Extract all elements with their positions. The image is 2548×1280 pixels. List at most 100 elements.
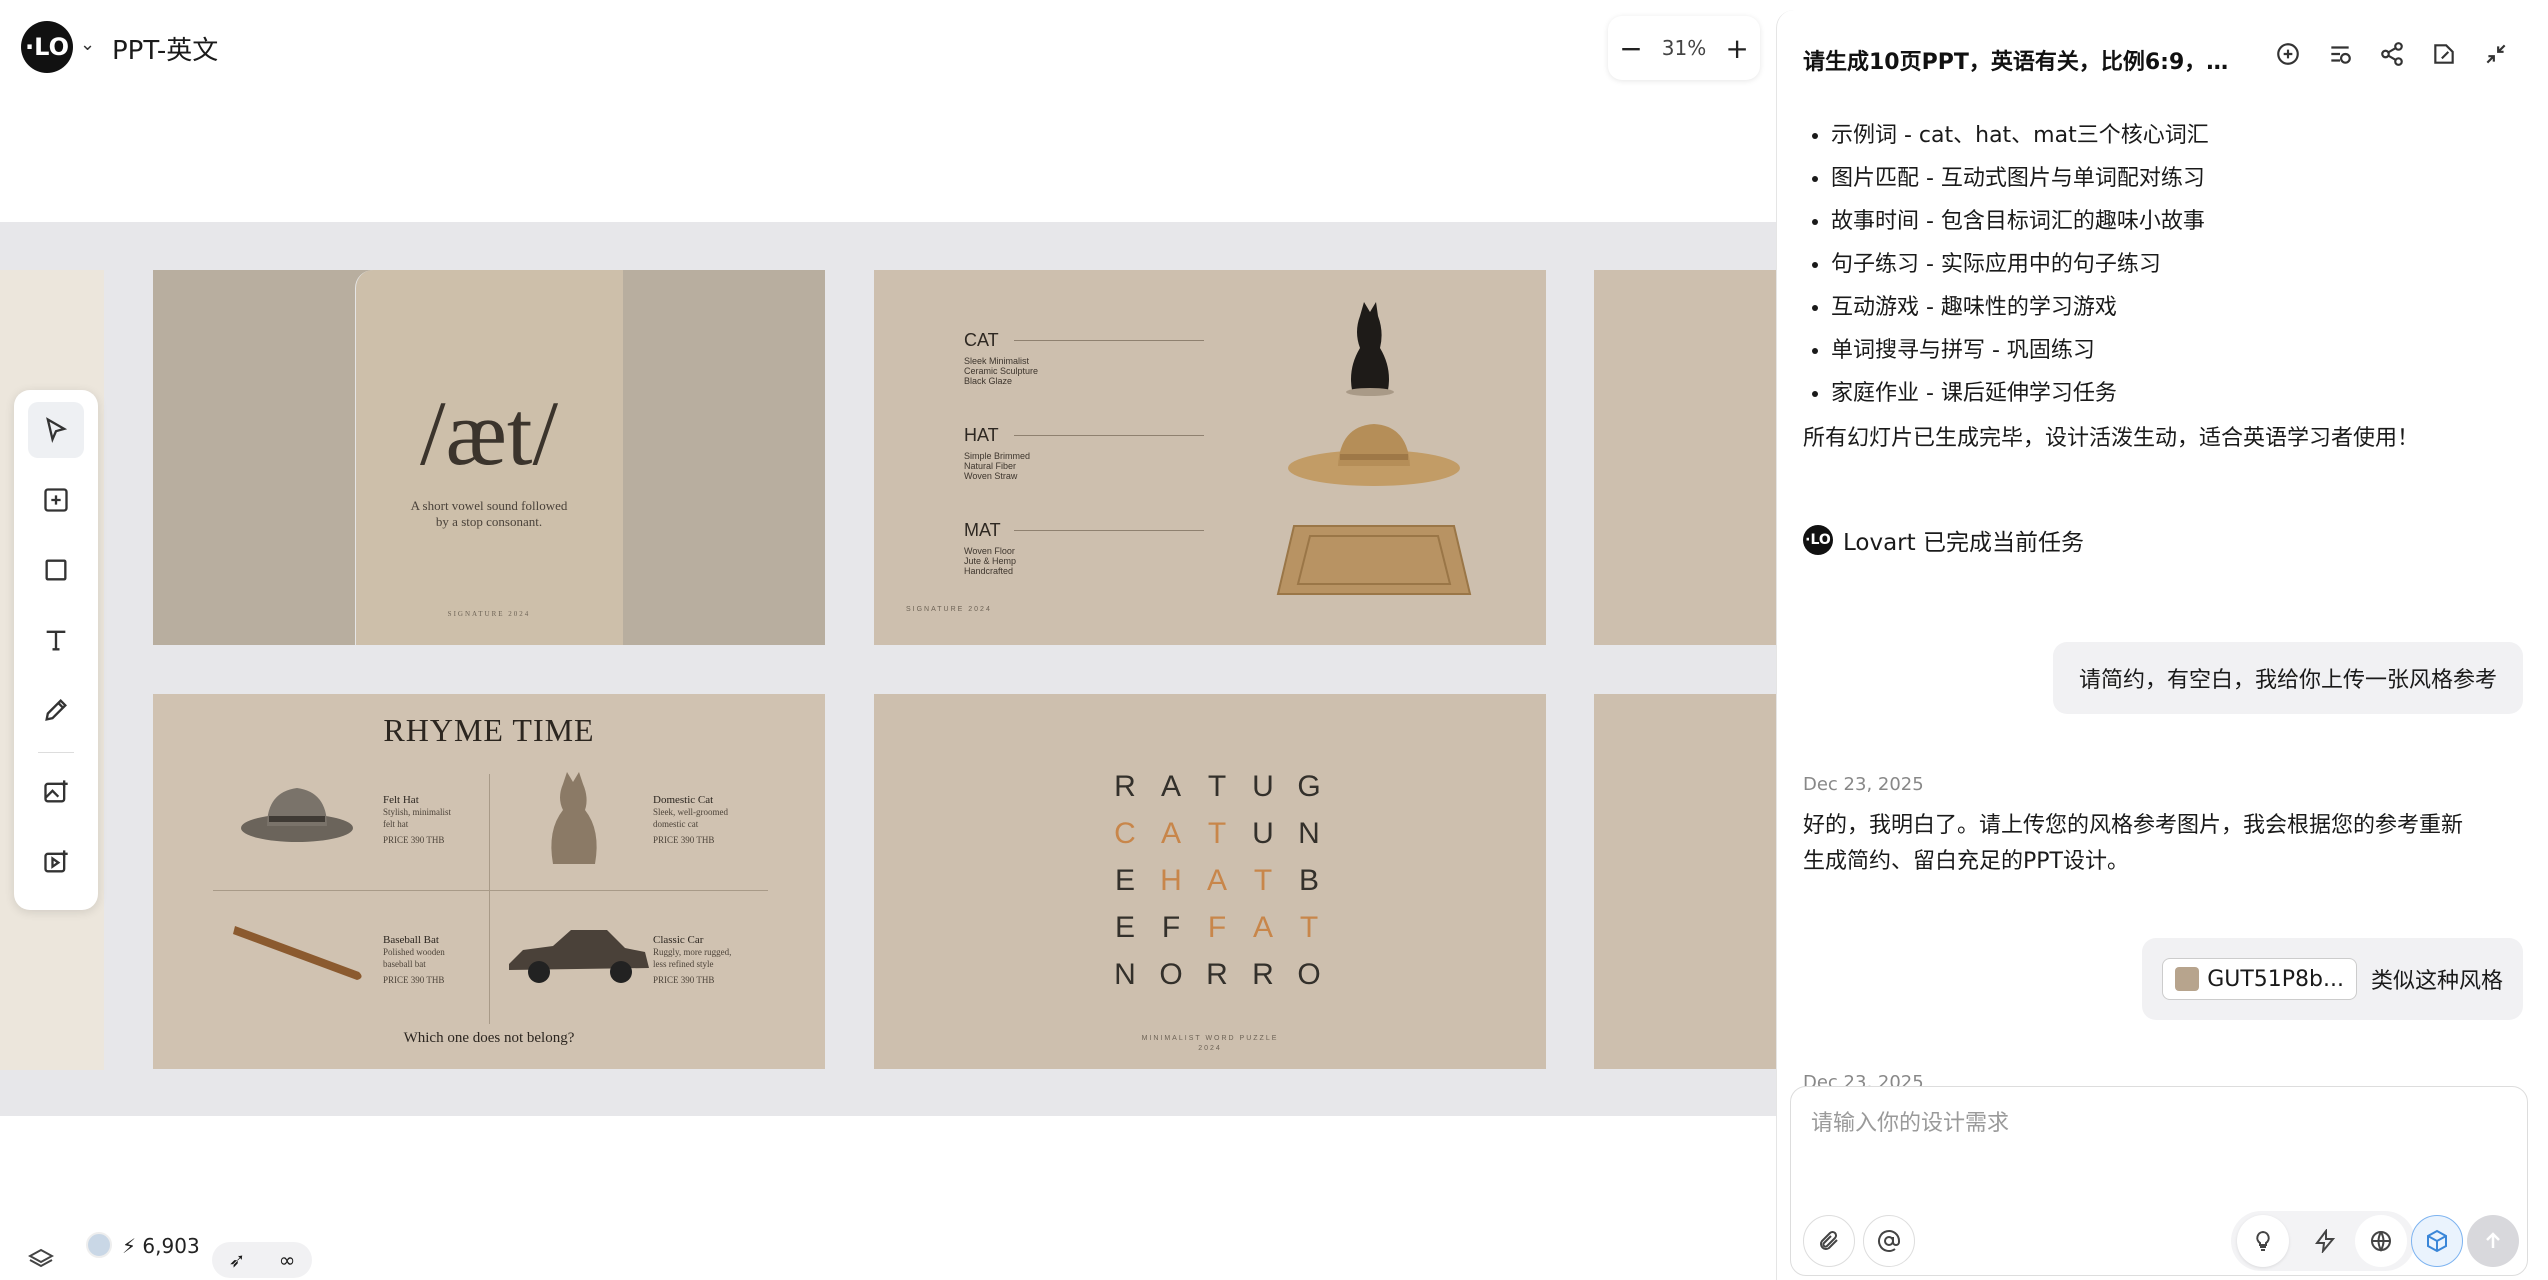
grid-row: E F F A T xyxy=(1102,911,1332,958)
select-icon xyxy=(46,417,68,444)
cat-sculpture-image xyxy=(1346,302,1394,396)
chat-title[interactable]: 请生成10页PPT，英语有关，比例6:9，大... xyxy=(1803,44,2243,76)
mention-button[interactable] xyxy=(1863,1215,1915,1267)
infinity-icon[interactable]: ∞ xyxy=(279,1248,296,1272)
grid-letter: E xyxy=(1114,911,1135,944)
grid-letter-highlighted: H xyxy=(1160,864,1182,897)
desc-line: Jute & Hemp xyxy=(964,556,1017,566)
image-gen-icon xyxy=(44,780,68,803)
item-name: Baseball Bat xyxy=(383,934,439,946)
slide-partial-right-bottom[interactable] xyxy=(1594,694,1776,1069)
pen-icon xyxy=(45,699,67,721)
rhyme-time-title: RHYME TIME xyxy=(383,712,595,748)
chevron-down-icon[interactable]: ⌄ xyxy=(80,34,95,55)
connector-line xyxy=(1014,340,1204,341)
word-mat: MAT xyxy=(964,520,1001,540)
attachment-chip[interactable]: GUT51P8b... xyxy=(2162,958,2357,1000)
tool-palette xyxy=(14,390,98,910)
add-frame-button[interactable] xyxy=(28,472,84,528)
collapse-button[interactable] xyxy=(2482,40,2510,68)
word-cat: CAT xyxy=(964,330,999,350)
rocket-icon[interactable]: ➶ xyxy=(229,1248,246,1272)
grid-letter-highlighted: T xyxy=(1253,864,1273,897)
grid-letter: N xyxy=(1298,817,1320,850)
item-desc: Polished wooden baseball bat xyxy=(383,947,445,969)
avatar[interactable] xyxy=(86,1232,112,1258)
item-domestic-cat: Domestic Cat Sleek, well-groomed domesti… xyxy=(653,794,743,846)
grid-letter: U xyxy=(1252,817,1274,850)
layers-icon[interactable] xyxy=(28,1248,54,1270)
desc-line: Woven Straw xyxy=(964,471,1018,481)
rectangle-tool-button[interactable] xyxy=(28,542,84,598)
desc-line: Woven Floor xyxy=(964,546,1015,556)
image-generator-button[interactable] xyxy=(28,764,84,820)
list-item: 互动游戏 - 趣味性的学习游戏 xyxy=(1831,286,2523,329)
thinking-mode-button[interactable] xyxy=(2237,1215,2289,1267)
history-button[interactable] xyxy=(2326,40,2354,68)
text-tool-button[interactable] xyxy=(28,612,84,668)
phonetic-desc-line1: A short vowel sound followed xyxy=(410,498,568,513)
grid-row: E H A T B xyxy=(1102,864,1332,911)
item-felt-hat: Felt Hat Stylish, minimalist felt hat PR… xyxy=(383,794,463,846)
plus-circle-icon xyxy=(2277,43,2299,65)
desc-line: Handcrafted xyxy=(964,566,1014,576)
web-search-button[interactable] xyxy=(2355,1215,2407,1267)
video-gen-icon xyxy=(44,850,68,873)
phonetic-desc-line2: by a stop consonant. xyxy=(435,514,543,529)
grid-letter: R xyxy=(1114,770,1136,803)
item-desc: Ruggly, more rugged, less refined style xyxy=(653,947,732,969)
edit-icon xyxy=(2434,44,2454,64)
list-item: 图片匹配 - 互动式图片与单词配对练习 xyxy=(1831,157,2523,200)
share-button[interactable] xyxy=(2378,40,2406,68)
baseball-bat-image xyxy=(233,926,362,980)
list-item: 单词搜寻与拼写 - 巩固练习 xyxy=(1831,329,2523,372)
grid-letter-highlighted: A xyxy=(1206,864,1227,897)
desc-line: Simple Brimmed xyxy=(964,451,1031,461)
grid-row: C A T U N xyxy=(1102,817,1332,864)
attachment-thumbnail xyxy=(2175,967,2200,991)
word-cat-desc: Sleek Minimalist Ceramic Sculpture Black… xyxy=(964,356,1038,386)
slide-partial-right-top[interactable] xyxy=(1594,270,1776,645)
video-generator-button[interactable] xyxy=(28,834,84,890)
slide-phonetic[interactable]: /æt/ A short vowel sound followed by a s… xyxy=(153,270,825,645)
chat-input-box xyxy=(1790,1086,2528,1276)
select-tool-button[interactable] xyxy=(28,402,84,458)
design-request-input[interactable] xyxy=(1811,1105,2501,1175)
grid-letter: E xyxy=(1114,864,1135,897)
grid-letter-highlighted: C xyxy=(1114,817,1136,850)
attach-button[interactable] xyxy=(1803,1215,1855,1267)
bolt-icon: ⚡ xyxy=(122,1234,137,1258)
text-icon xyxy=(46,630,66,651)
zoom-out-button[interactable]: − xyxy=(1616,32,1646,65)
chat-messages: 示例词 - cat、hat、mat三个核心词汇 图片匹配 - 互动式图片与单词配… xyxy=(1803,114,2523,1093)
slide-word-puzzle[interactable]: R A T U G C A T U N E H A T B E F F A T xyxy=(874,694,1546,1069)
item-name: Felt Hat xyxy=(383,794,419,806)
zoom-control: − 31% + xyxy=(1608,16,1760,80)
grid-letter-highlighted: A xyxy=(1252,911,1273,944)
project-title[interactable]: PPT-英文 xyxy=(112,30,218,67)
letter-grid: R A T U G C A T U N E H A T B E F F A T xyxy=(1102,770,1332,1005)
task-complete-text: Lovart 已完成当前任务 xyxy=(1843,530,2084,556)
desc-line: Black Glaze xyxy=(964,376,1013,386)
word-hat: HAT xyxy=(964,425,999,445)
fast-mode-button[interactable] xyxy=(2299,1215,2351,1267)
list-item: 家庭作业 - 课后延伸学习任务 xyxy=(1831,372,2523,415)
new-chat-button[interactable] xyxy=(2274,40,2302,68)
desc-line: Sleek Minimalist xyxy=(964,356,1030,366)
item-price: PRICE 390 THB xyxy=(653,975,715,985)
app-logo[interactable]: ·LO xyxy=(21,21,73,73)
edit-button[interactable] xyxy=(2430,40,2458,68)
3d-mode-button[interactable] xyxy=(2411,1215,2463,1267)
slide-rhyme-time[interactable]: RHYME TIME Felt Hat Stylish, minimalist … xyxy=(153,694,825,1069)
zoom-in-button[interactable]: + xyxy=(1722,32,1752,65)
send-button[interactable] xyxy=(2467,1215,2519,1267)
slide-vocabulary[interactable]: CAT Sleek Minimalist Ceramic Sculpture B… xyxy=(874,270,1546,645)
grid-letter-highlighted: T xyxy=(1207,817,1227,850)
zoom-level[interactable]: 31% xyxy=(1662,36,1706,60)
credits-display[interactable]: ⚡ 6,903 xyxy=(122,1234,200,1258)
pen-tool-button[interactable] xyxy=(28,682,84,738)
slide-outline-list: 示例词 - cat、hat、mat三个核心词汇 图片匹配 - 互动式图片与单词配… xyxy=(1803,114,2523,415)
user-message-text: 类似这种风格 xyxy=(2370,969,2503,994)
list-item: 故事时间 - 包含目标词汇的趣味小故事 xyxy=(1831,200,2523,243)
lightning-icon xyxy=(2315,1229,2336,1253)
